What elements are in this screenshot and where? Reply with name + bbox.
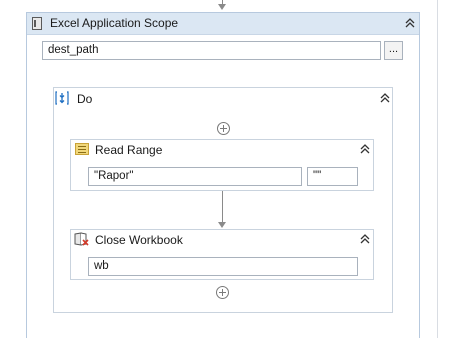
read-range-collapse-icon[interactable]: [358, 143, 372, 157]
sheet-name-input[interactable]: "Rapor": [88, 167, 302, 186]
excel-scope-title: Excel Application Scope: [50, 16, 179, 30]
read-range-icon: [75, 143, 89, 155]
read-range-title: Read Range: [95, 143, 163, 157]
excel-scope-collapse-icon[interactable]: [403, 17, 417, 31]
close-workbook-activity[interactable]: Close Workbook wb: [70, 229, 374, 280]
workbook-variable-input[interactable]: wb: [88, 257, 358, 276]
close-workbook-icon: [74, 232, 90, 246]
activity-connector: [222, 191, 223, 222]
workbook-path-input[interactable]: dest_path: [42, 41, 381, 60]
close-workbook-title: Close Workbook: [95, 233, 183, 247]
do-sequence-title: Do: [77, 92, 93, 106]
add-activity-icon[interactable]: [217, 122, 230, 135]
read-range-activity[interactable]: Read Range "Rapor" "": [70, 139, 374, 191]
range-input[interactable]: "": [307, 167, 358, 186]
close-workbook-header[interactable]: Close Workbook: [71, 230, 373, 250]
browse-button[interactable]: ...: [384, 41, 403, 60]
incoming-arrow-icon: [218, 4, 226, 10]
do-sequence-collapse-icon[interactable]: [378, 92, 392, 106]
close-workbook-collapse-icon[interactable]: [358, 233, 372, 247]
read-range-header[interactable]: Read Range: [71, 140, 373, 160]
canvas-boundary: [437, 0, 438, 338]
excel-scope-header[interactable]: Excel Application Scope: [27, 13, 419, 35]
connector-arrow-icon: [218, 222, 226, 228]
add-activity-icon[interactable]: [216, 286, 229, 299]
sequence-icon: [55, 91, 69, 105]
excel-scope-icon: [32, 17, 42, 30]
do-sequence-header[interactable]: Do: [54, 88, 392, 112]
